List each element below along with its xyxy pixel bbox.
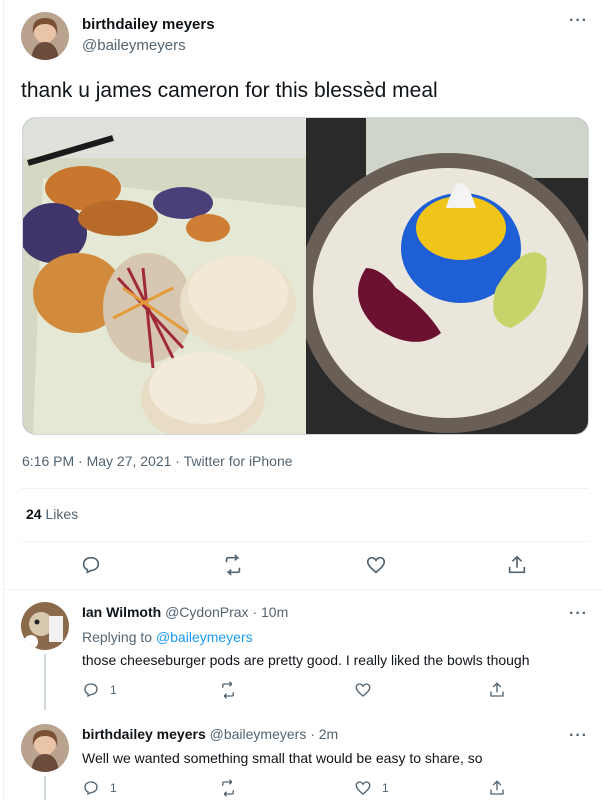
tweet-media[interactable] — [22, 117, 589, 435]
share-icon — [490, 780, 504, 795]
author-handle[interactable]: @baileymeyers — [82, 37, 186, 54]
reply-actions: 1 — [82, 681, 582, 701]
share-button[interactable] — [488, 779, 506, 797]
divider — [21, 541, 588, 542]
reply-text: Well we wanted something small that woul… — [82, 750, 483, 766]
author-name[interactable]: Ian Wilmoth — [82, 604, 161, 620]
replying-to: Replying to @baileymeyers — [82, 629, 253, 645]
like-count: 1 — [382, 781, 389, 795]
thread-line — [44, 654, 46, 710]
more-icon[interactable]: ··· — [569, 728, 588, 744]
retweet-icon — [222, 681, 234, 699]
reply-icon — [84, 683, 98, 698]
author-handle[interactable]: @CydonPrax — [165, 604, 248, 620]
likes-count[interactable]: 24 Likes — [26, 506, 78, 522]
reply-button[interactable]: 1 — [82, 779, 117, 797]
food-plate-photo[interactable] — [23, 118, 306, 434]
reply-icon — [84, 781, 98, 796]
likes-label: Likes — [45, 506, 79, 522]
tweet-actions — [4, 550, 602, 590]
like-icon[interactable] — [361, 550, 391, 580]
more-icon[interactable]: ··· — [569, 606, 588, 622]
reply-time[interactable]: · 2m — [310, 726, 338, 742]
share-icon[interactable] — [502, 550, 532, 580]
divider — [21, 488, 588, 489]
avatar[interactable] — [21, 602, 69, 650]
author-name[interactable]: birthdailey meyers — [82, 726, 206, 742]
retweet-button[interactable] — [219, 681, 237, 699]
reply-button[interactable]: 1 — [82, 681, 117, 699]
likes-number: 24 — [26, 506, 42, 522]
tweet-thread: birthdailey meyers @baileymeyers ··· tha… — [3, 0, 602, 800]
reply-count: 1 — [110, 683, 117, 697]
reply-header: Ian Wilmoth @CydonPrax · 10m — [82, 604, 288, 620]
more-icon[interactable]: ··· — [569, 13, 588, 29]
thread-line — [44, 776, 46, 800]
retweet-icon — [222, 779, 234, 797]
tweet-text: thank u james cameron for this blessèd m… — [21, 79, 438, 102]
avatar[interactable] — [21, 724, 69, 772]
reply-text: those cheeseburger pods are pretty good.… — [82, 652, 530, 668]
like-icon — [355, 781, 371, 795]
reply-time[interactable]: · 10m — [252, 604, 288, 620]
divider — [4, 589, 602, 590]
retweet-button[interactable] — [219, 779, 237, 797]
reply-icon[interactable] — [76, 550, 106, 580]
replying-link[interactable]: @baileymeyers — [156, 629, 253, 645]
like-button[interactable] — [354, 681, 372, 699]
author-name[interactable]: birthdailey meyers — [82, 16, 215, 33]
retweet-icon[interactable] — [218, 550, 248, 580]
share-icon — [490, 682, 504, 697]
share-button[interactable] — [488, 681, 506, 699]
avatar[interactable] — [21, 12, 69, 60]
author-handle[interactable]: @baileymeyers — [210, 726, 307, 742]
like-button[interactable]: 1 — [354, 779, 389, 797]
tweet-timestamp[interactable]: 6:16 PM · May 27, 2021 · Twitter for iPh… — [22, 453, 293, 469]
reply-header: birthdailey meyers @baileymeyers · 2m — [82, 726, 338, 742]
reply-actions: 1 1 — [82, 779, 582, 799]
replying-label: Replying to — [82, 629, 153, 645]
dessert-plate-photo[interactable] — [298, 118, 588, 434]
reply-count: 1 — [110, 781, 117, 795]
like-icon — [355, 683, 371, 697]
